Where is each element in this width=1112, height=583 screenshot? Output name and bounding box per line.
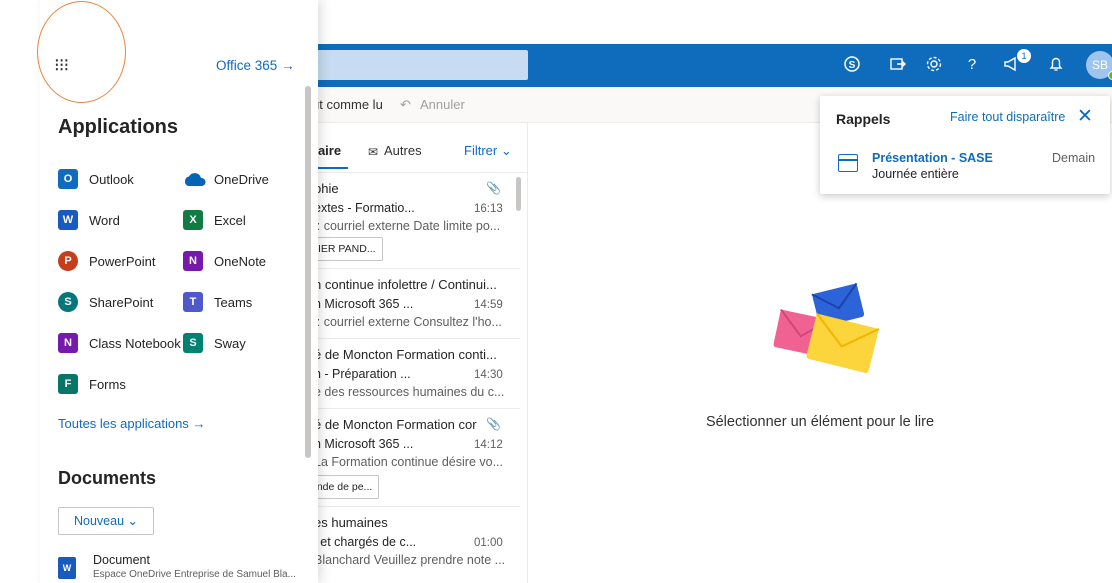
- message-time: 01:00: [474, 537, 503, 549]
- message-time: 16:13: [474, 203, 503, 215]
- top-header-bar: r S ? 1 SB: [290, 44, 1112, 87]
- paperclip-icon: 📎: [486, 417, 501, 431]
- message-list-scrollbar[interactable]: [516, 177, 521, 211]
- new-document-button[interactable]: Nouveau ⌄: [58, 507, 154, 535]
- arrow-right-icon: →: [192, 416, 206, 431]
- svg-text:S: S: [849, 60, 856, 71]
- message-sender: es humaines: [314, 515, 388, 530]
- reminders-title: Rappels: [836, 111, 891, 127]
- search-input[interactable]: r: [290, 50, 528, 80]
- app-label: Teams: [214, 295, 253, 310]
- settings-icon[interactable]: [924, 55, 944, 75]
- message-time: 14:30: [474, 369, 503, 381]
- list-item[interactable]: phie 📎 extes - Formatio... 16:13 i: cour…: [290, 173, 520, 269]
- reminders-popup: Rappels Faire tout disparaître ✕ Présent…: [820, 96, 1110, 194]
- message-preview: i: courriel externe Consultez l'ho...: [314, 315, 502, 329]
- list-item[interactable]: es humaines i et chargés de c... 01:00 B…: [290, 507, 520, 577]
- app-label: Outlook: [89, 172, 134, 187]
- message-subject: n Microsoft 365 ...: [314, 437, 414, 451]
- teams-icon: T: [183, 292, 203, 312]
- bell-icon[interactable]: [1046, 55, 1066, 75]
- message-list-header: itaire ✉ Autres Filtrer ⌄: [290, 123, 528, 173]
- launcher-scrollbar[interactable]: [305, 86, 311, 458]
- message-time: 14:12: [474, 439, 503, 451]
- message-list: itaire ✉ Autres Filtrer ⌄ phie 📎 extes -…: [290, 123, 528, 583]
- sway-icon: S: [183, 333, 203, 353]
- excel-icon: X: [183, 210, 203, 230]
- app-label: OneDrive: [214, 172, 269, 187]
- list-item[interactable]: n continue infolettre / Continui... n Mi…: [290, 269, 520, 339]
- message-preview: e des ressources humaines du c...: [314, 385, 505, 399]
- reminder-event-title[interactable]: Présentation - SASE: [872, 151, 993, 165]
- message-preview: Blanchard Veuillez prendre note ...: [314, 553, 506, 567]
- filter-label: Filtrer: [464, 143, 498, 158]
- undo-arrow-icon: ↶: [400, 97, 411, 112]
- class-notebook-icon: N: [58, 333, 78, 353]
- undo-button[interactable]: Annuler: [420, 97, 465, 112]
- app-label: Forms: [89, 377, 126, 392]
- app-label: SharePoint: [89, 295, 154, 310]
- documents-heading: Documents: [58, 468, 157, 488]
- arrow-right-icon: →: [281, 58, 295, 73]
- reminder-event-time: Journée entière: [872, 167, 959, 181]
- help-icon[interactable]: ?: [962, 55, 982, 75]
- message-subject: i et chargés de c...: [314, 535, 417, 549]
- filter-button[interactable]: Filtrer ⌄: [464, 143, 512, 159]
- reminder-event-day: Demain: [1052, 151, 1096, 165]
- chevron-down-icon: ⌄: [500, 143, 512, 158]
- message-sender: n continue infolettre / Continui...: [314, 277, 497, 292]
- highlight-circle: [37, 1, 126, 103]
- mark-read-button[interactable]: ut comme lu: [312, 97, 383, 112]
- message-preview: La Formation continue désire vo...: [314, 455, 503, 469]
- message-time: 14:59: [474, 299, 503, 311]
- word-icon: W: [58, 210, 78, 230]
- app-label: Sway: [214, 336, 246, 351]
- tab-other[interactable]: Autres: [384, 143, 422, 158]
- forms-icon: F: [58, 374, 78, 394]
- app-label: Word: [89, 213, 120, 228]
- outlook-icon: O: [58, 169, 78, 189]
- message-sender: é de Moncton Formation cor: [314, 417, 477, 432]
- reading-pane-empty-message: Sélectionner un élément pour le lire: [705, 414, 935, 430]
- chevron-down-icon: ⌄: [127, 514, 138, 528]
- close-icon[interactable]: ✕: [1077, 105, 1093, 128]
- skype-icon[interactable]: S: [842, 55, 862, 75]
- onedrive-icon: [184, 173, 206, 186]
- applications-heading: Applications: [58, 116, 179, 138]
- notification-badge: 1: [1017, 49, 1031, 63]
- onenote-icon: N: [183, 251, 203, 271]
- paperclip-icon: 📎: [486, 181, 501, 195]
- powerpoint-icon: P: [58, 251, 78, 271]
- calendar-icon: [838, 154, 858, 172]
- presence-status-icon: [1108, 71, 1112, 80]
- office365-label: Office 365: [216, 58, 278, 73]
- all-apps-link[interactable]: Toutes les applications →: [58, 416, 205, 431]
- app-label: PowerPoint: [89, 254, 156, 269]
- list-item[interactable]: é de Moncton Formation conti... n - Prép…: [290, 339, 520, 409]
- message-subject: n - Préparation ...: [314, 367, 411, 381]
- new-button-label: Nouveau: [73, 514, 125, 528]
- word-document-icon: W: [58, 557, 76, 579]
- list-item[interactable]: é de Moncton Formation cor 📎 n Microsoft…: [290, 409, 520, 507]
- message-preview: i: courriel externe Date limite po...: [314, 219, 501, 233]
- message-subject: extes - Formatio...: [314, 201, 415, 215]
- message-sender: é de Moncton Formation conti...: [314, 347, 497, 362]
- dismiss-all-button[interactable]: Faire tout disparaître: [950, 110, 1065, 124]
- document-location: Espace OneDrive Entreprise de Samuel Bla…: [93, 569, 296, 580]
- app-label: Class Notebook: [89, 336, 181, 351]
- app-label: Excel: [214, 213, 246, 228]
- share-icon[interactable]: [888, 55, 908, 75]
- office365-link[interactable]: Office 365 →: [216, 58, 295, 73]
- envelopes-illustration: [773, 282, 880, 373]
- document-name[interactable]: Document: [93, 553, 150, 567]
- message-subject: n Microsoft 365 ...: [314, 297, 414, 311]
- mail-icon: ✉: [368, 145, 379, 159]
- all-apps-label: Toutes les applications: [58, 416, 189, 431]
- sharepoint-icon: S: [58, 292, 78, 312]
- app-label: OneNote: [214, 254, 267, 269]
